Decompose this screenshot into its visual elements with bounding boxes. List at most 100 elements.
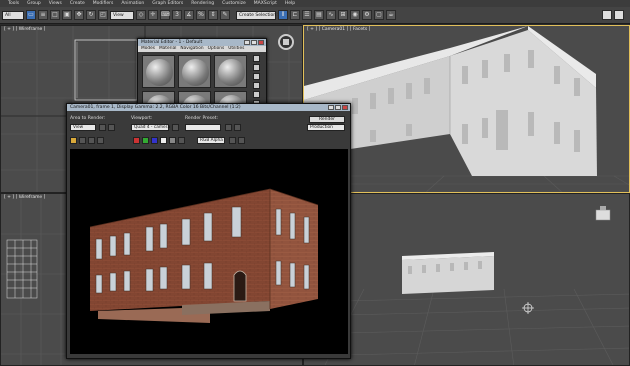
material-slot-3[interactable] [214, 55, 247, 88]
viewport-label: Viewport: [131, 116, 153, 121]
render-production-icon[interactable]: ☕ [386, 10, 396, 20]
spinner-snap-icon[interactable]: ⇕ [208, 10, 218, 20]
maximize-icon[interactable] [251, 40, 257, 45]
edit-region-icon[interactable] [99, 124, 106, 131]
render-window-title: Camera01, frame 1, Display Gamma: 2.2, R… [70, 105, 241, 110]
background-icon[interactable] [253, 73, 260, 80]
material-editor-icon[interactable]: ◉ [350, 10, 360, 20]
menu-graph-editors[interactable]: Graph Editors [148, 1, 187, 6]
menu-tools[interactable]: Tools [4, 1, 23, 6]
green-channel-icon[interactable] [142, 137, 149, 144]
minimize-icon[interactable] [328, 105, 334, 110]
render-window-titlebar[interactable]: Camera01, frame 1, Display Gamma: 2.2, R… [67, 104, 350, 111]
rendered-frame-window: Camera01, frame 1, Display Gamma: 2.2, R… [66, 103, 351, 359]
rendered-building-image [89, 188, 319, 323]
maximize-icon[interactable] [335, 105, 341, 110]
percent-snap-icon[interactable]: % [196, 10, 206, 20]
pivot-center-icon[interactable]: ◇ [136, 10, 146, 20]
monochrome-icon[interactable] [169, 137, 176, 144]
production-dropdown[interactable]: Production [307, 124, 345, 131]
menu-modifiers[interactable]: Modifiers [89, 1, 118, 6]
render-preset-dropdown[interactable] [185, 124, 221, 131]
sample-type-icon[interactable] [253, 55, 260, 62]
alpha-channel-icon[interactable] [160, 137, 167, 144]
menu-maxscript[interactable]: MAXScript [250, 1, 281, 6]
menu-utilities[interactable]: Utilities [228, 46, 244, 52]
video-color-check-icon[interactable] [253, 91, 260, 98]
blue-channel-icon[interactable] [151, 137, 158, 144]
uv-tiling-icon[interactable] [253, 82, 260, 89]
selection-filter-dropdown[interactable]: All [2, 10, 24, 20]
render-setup-icon[interactable] [225, 124, 232, 131]
named-selection-dropdown[interactable]: Create Selection Se [236, 10, 283, 20]
menu-rendering[interactable]: Rendering [187, 1, 218, 6]
menu-group[interactable]: Group [23, 1, 45, 6]
area-to-render-dropdown[interactable]: View [70, 124, 96, 131]
auto-region-icon[interactable] [108, 124, 115, 131]
menu-create[interactable]: Create [66, 1, 89, 6]
rect-region-icon[interactable]: □ [50, 10, 60, 20]
material-editor-title: Material Editor - 1 - Default [141, 40, 203, 45]
layer-manager-icon[interactable]: ☰ [302, 10, 312, 20]
menu-views[interactable]: Views [45, 1, 66, 6]
lock-viewport-icon[interactable] [172, 124, 179, 131]
keyboard-shortcut-icon[interactable]: ⌨ [160, 10, 170, 20]
viewport-bottom-right[interactable]: [ + ] [303, 193, 630, 366]
render-button[interactable]: Render [309, 116, 345, 123]
menu-material[interactable]: Material [159, 46, 176, 52]
clear-icon[interactable] [178, 137, 185, 144]
render-preset-label: Render Preset: [185, 116, 218, 121]
close-icon[interactable] [258, 40, 264, 45]
rotate-icon[interactable]: ↻ [86, 10, 96, 20]
rendered-frame-icon[interactable]: ▢ [374, 10, 384, 20]
schematic-view-icon[interactable]: ⊞ [338, 10, 348, 20]
toggle-ui-icon[interactable] [229, 137, 236, 144]
menu-modes[interactable]: Modes [141, 46, 155, 52]
render-setup-icon[interactable]: ⚙ [362, 10, 372, 20]
area-to-render-label: Area to Render: [70, 116, 106, 121]
menu-options[interactable]: Options [208, 46, 225, 52]
material-editor-titlebar[interactable]: Material Editor - 1 - Default [138, 39, 266, 46]
snap-toggle-icon[interactable]: 3 [172, 10, 182, 20]
viewport-dropdown[interactable]: Quad 4 - camera 1 [131, 124, 174, 131]
align-icon[interactable]: ⊏ [290, 10, 300, 20]
named-sets-icon[interactable]: ✎ [220, 10, 230, 20]
material-editor-window: Material Editor - 1 - Default Modes Mate… [137, 38, 267, 122]
clone-window-icon[interactable] [88, 137, 95, 144]
minimize-icon[interactable] [244, 40, 250, 45]
window-crossing-icon[interactable]: ▣ [62, 10, 72, 20]
print-icon[interactable] [97, 137, 104, 144]
scale-icon[interactable]: ◰ [98, 10, 108, 20]
close-icon[interactable] [342, 105, 348, 110]
material-slot-1[interactable] [142, 55, 175, 88]
curve-editor-icon[interactable]: ∿ [326, 10, 336, 20]
window-controls [602, 10, 624, 20]
menu-customize[interactable]: Customize [218, 1, 250, 6]
minimize-icon[interactable] [602, 10, 612, 20]
environment-icon[interactable] [234, 124, 241, 131]
menu-help[interactable]: Help [281, 1, 299, 6]
save-image-icon[interactable] [70, 137, 77, 144]
menu-animation[interactable]: Animation [117, 1, 148, 6]
move-icon[interactable]: ✥ [74, 10, 84, 20]
select-manipulate-icon[interactable]: ✛ [148, 10, 158, 20]
graphite-icon[interactable]: ▤ [314, 10, 324, 20]
render-output-canvas[interactable] [70, 149, 348, 354]
red-channel-icon[interactable] [133, 137, 140, 144]
main-toolbar: All ▭ ≡ □ ▣ ✥ ↻ ◰ View ◇ ✛ ⌨ 3 ∡ % ⇕ ✎ C… [0, 7, 630, 24]
menu-bar: Tools Group Views Create Modifiers Anima… [0, 0, 630, 7]
ref-coord-dropdown[interactable]: View [110, 10, 134, 20]
channel-display-dropdown[interactable]: RGB Alpha [197, 137, 225, 144]
viewcube-icon[interactable] [278, 34, 294, 50]
backlight-icon[interactable] [253, 64, 260, 71]
select-by-name-icon[interactable]: ≡ [38, 10, 48, 20]
maximize-icon[interactable] [614, 10, 624, 20]
copy-image-icon[interactable] [79, 137, 86, 144]
viewport-top-right[interactable]: [ + ] [ Camera01 ] [ Facets ] [303, 25, 630, 193]
angle-snap-icon[interactable]: ∡ [184, 10, 194, 20]
material-slot-2[interactable] [178, 55, 211, 88]
select-object-icon[interactable]: ▭ [26, 10, 36, 20]
menu-navigation[interactable]: Navigation [180, 46, 203, 52]
mirror-icon[interactable]: ⫴ [278, 10, 288, 20]
toggle-overlays-icon[interactable] [238, 137, 245, 144]
